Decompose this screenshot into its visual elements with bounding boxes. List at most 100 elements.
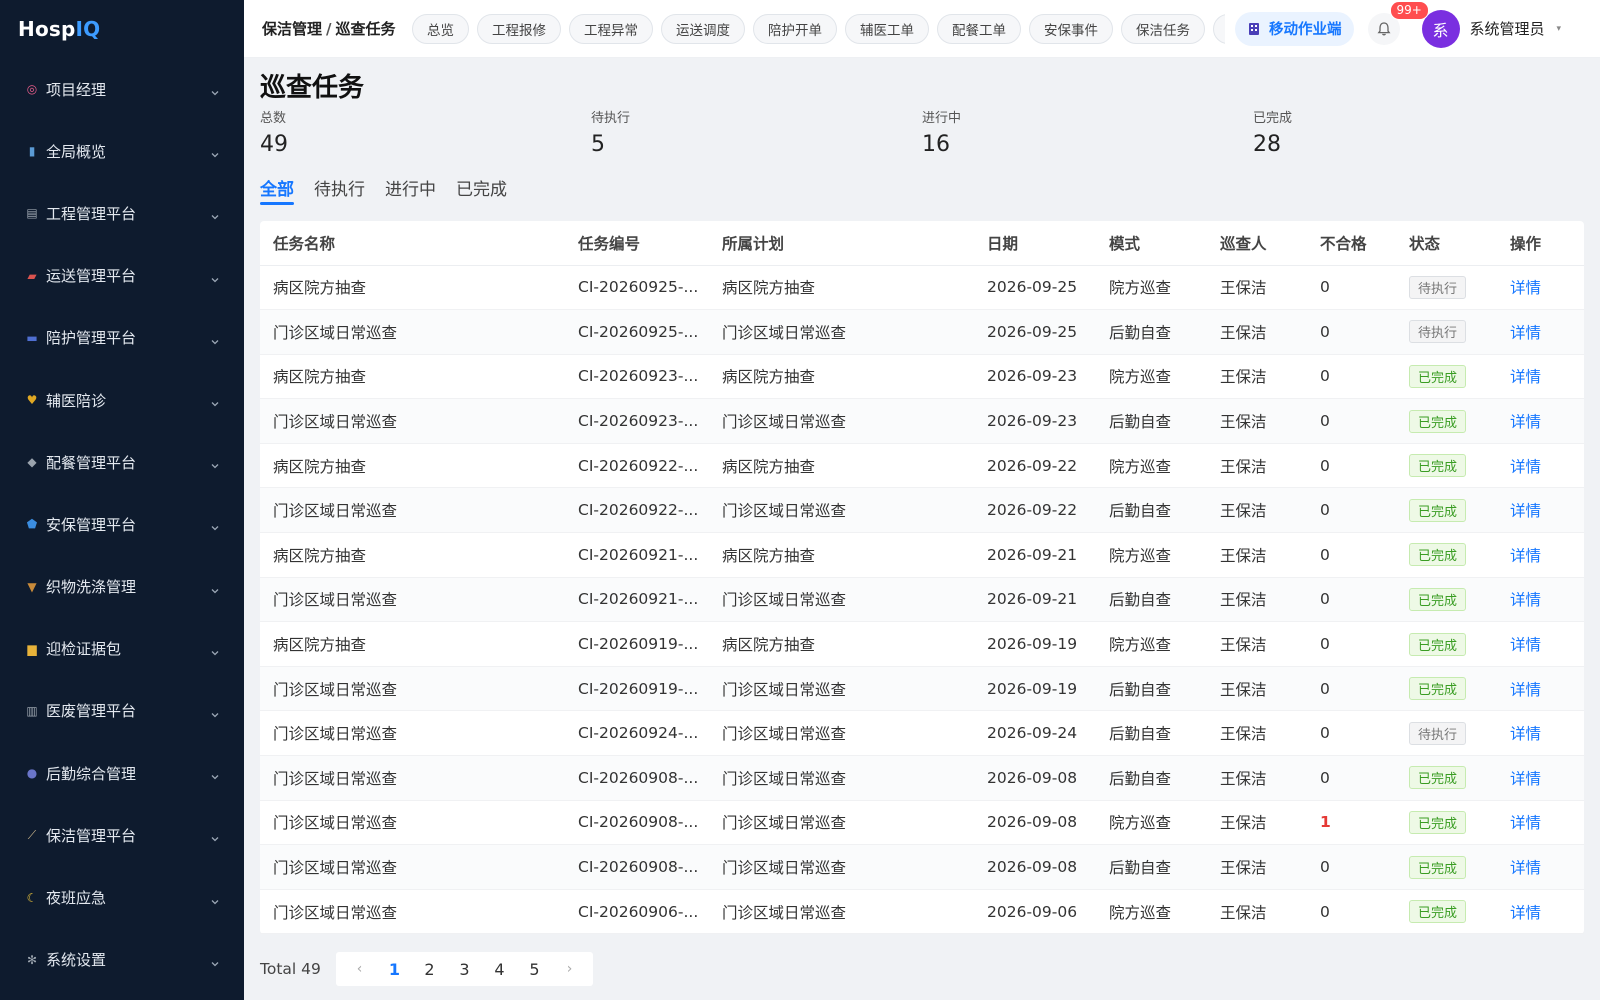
table-row[interactable]: 门诊区域日常巡查 CI-20260923-... 门诊区域日常巡查 2026-09-2…	[260, 398, 1584, 444]
table-row[interactable]: 病区院方抽查 CI-20260919-... 病区院方抽查 2026-09-19 院方巡…	[260, 621, 1584, 667]
detail-link[interactable]: 详情	[1510, 458, 1541, 476]
sidebar-item-3[interactable]: ▰ 运送管理平台	[0, 245, 244, 307]
quick-tab-5[interactable]: 辅医工单	[845, 13, 929, 44]
table-row[interactable]: 门诊区域日常巡查 CI-20260908-... 门诊区域日常巡查 2026-09-0…	[260, 755, 1584, 801]
status-badge: 已完成	[1409, 677, 1467, 701]
chevron-down-icon[interactable]	[210, 768, 220, 780]
chevron-down-icon[interactable]	[210, 893, 220, 904]
cell-code: CI-20260925-...	[565, 309, 709, 355]
filter-tab-3[interactable]: 已完成	[456, 175, 507, 205]
sidebar-item-6[interactable]: ◆ 配餐管理平台	[0, 431, 244, 493]
sidebar-item-8[interactable]: ▼ 织物洗涤管理	[0, 556, 244, 618]
sidebar-item-0[interactable]: ◎ 项目经理	[0, 58, 244, 120]
chevron-down-icon[interactable]	[210, 644, 220, 656]
mobile-workspace-button[interactable]: 移动作业端	[1235, 11, 1354, 46]
quick-tab-3[interactable]: 运送调度	[661, 13, 745, 44]
sidebar-item-5[interactable]: ♥ 辅医陪诊	[0, 369, 244, 431]
notification-button[interactable]: 99+	[1367, 0, 1429, 45]
chevron-down-icon[interactable]	[210, 457, 220, 469]
chevron-down-icon[interactable]	[210, 519, 220, 531]
quick-tab-4[interactable]: 陪护开单	[753, 13, 837, 44]
detail-link[interactable]: 详情	[1510, 502, 1541, 520]
sidebar-item-12[interactable]: ⟋ 保洁管理平台	[0, 804, 244, 866]
cell-name-text: 病区院方抽查	[273, 636, 367, 655]
prev-page-button[interactable]: ‹	[342, 961, 377, 977]
quick-tab-9[interactable]: 医	[1213, 13, 1225, 44]
quick-tab-6[interactable]: 配餐工单	[937, 13, 1021, 44]
sidebar-item-13[interactable]: ☾ 夜班应急	[0, 866, 244, 928]
sidebar-item-4[interactable]: ▬ 陪护管理平台	[0, 307, 244, 369]
chevron-down-icon[interactable]	[210, 955, 220, 967]
detail-link[interactable]: 详情	[1510, 368, 1541, 386]
table-row[interactable]: 门诊区域日常巡查 CI-20260908-... 门诊区域日常巡查 2026-09-0…	[260, 800, 1584, 846]
filter-tab-2[interactable]: 进行中	[385, 175, 436, 205]
page-button-5[interactable]: 5	[517, 960, 552, 979]
page-button-4[interactable]: 4	[482, 960, 517, 979]
detail-link[interactable]: 详情	[1510, 279, 1541, 297]
column-header[interactable]: 所属计划	[709, 221, 974, 266]
table-row[interactable]: 病区院方抽查 CI-20260922-... 病区院方抽查 2026-09-22 院方巡…	[260, 443, 1584, 489]
detail-link[interactable]: 详情	[1510, 413, 1541, 431]
chevron-down-icon[interactable]	[210, 271, 220, 283]
app-logo[interactable]: Hosp IQ	[0, 0, 244, 58]
detail-link[interactable]: 详情	[1510, 725, 1541, 743]
chevron-down-icon[interactable]	[210, 582, 220, 594]
column-header[interactable]: 任务名称	[260, 221, 565, 266]
page-button-3[interactable]: 3	[447, 960, 482, 979]
quick-tab-8[interactable]: 保洁任务	[1121, 13, 1205, 44]
breadcrumb-parent[interactable]: 保洁管理	[262, 20, 322, 38]
table-row[interactable]: 门诊区域日常巡查 CI-20260925-... 门诊区域日常巡查 2026-09-2…	[260, 309, 1584, 355]
detail-link[interactable]: 详情	[1510, 770, 1541, 788]
quick-tab-1[interactable]: 工程报修	[477, 13, 561, 44]
table-row[interactable]: 门诊区域日常巡查 CI-20260921-... 门诊区域日常巡查 2026-09-2…	[260, 577, 1584, 623]
table-row[interactable]: 门诊区域日常巡查 CI-20260922-... 门诊区域日常巡查 2026-09-2…	[260, 487, 1584, 534]
chevron-down-icon[interactable]	[210, 830, 220, 842]
column-header[interactable]: 模式	[1096, 221, 1207, 266]
table-row[interactable]: 病区院方抽查 CI-20260923-... 病区院方抽查 2026-09-23 院方巡…	[260, 354, 1584, 400]
column-header[interactable]: 状态	[1396, 221, 1497, 266]
sidebar-item-14[interactable]: ✻ 系统设置	[0, 929, 244, 991]
chevron-down-icon[interactable]	[210, 333, 220, 345]
detail-link[interactable]: 详情	[1510, 324, 1541, 342]
column-header[interactable]: 不合格	[1307, 221, 1396, 266]
filter-tab-1[interactable]: 待执行	[314, 175, 365, 205]
chevron-down-icon[interactable]	[210, 395, 220, 407]
quick-tab-0[interactable]: 总览	[412, 13, 469, 44]
chevron-down-icon[interactable]	[210, 84, 220, 96]
column-header[interactable]: 任务编号	[565, 221, 709, 266]
caret-down-icon[interactable]: ▾	[1557, 24, 1562, 34]
chevron-down-icon[interactable]	[210, 706, 220, 718]
chevron-down-icon[interactable]	[210, 146, 220, 158]
detail-link[interactable]: 详情	[1510, 681, 1541, 699]
table-row[interactable]: 门诊区域日常巡查 CI-20260908-... 门诊区域日常巡查 2026-09-0…	[260, 844, 1584, 890]
detail-link[interactable]: 详情	[1510, 547, 1541, 565]
detail-link[interactable]: 详情	[1510, 814, 1541, 832]
next-page-button[interactable]: ›	[552, 961, 587, 977]
sidebar-item-9[interactable]: ▆ 迎检证据包	[0, 618, 244, 680]
column-header[interactable]: 日期	[974, 221, 1096, 266]
sidebar-item-7[interactable]: ⬟ 安保管理平台	[0, 493, 244, 555]
table-row[interactable]: 门诊区域日常巡查 CI-20260919-... 门诊区域日常巡查 2026-09-1…	[260, 666, 1584, 712]
filter-tab-0[interactable]: 全部	[260, 175, 294, 205]
sidebar-item-10[interactable]: ▥ 医废管理平台	[0, 680, 244, 742]
column-header[interactable]: 操作	[1497, 221, 1584, 266]
table-row[interactable]: 病区院方抽查 CI-20260921-... 病区院方抽查 2026-09-21 院方巡…	[260, 532, 1584, 578]
chevron-down-icon[interactable]	[210, 208, 220, 220]
column-header[interactable]: 巡查人	[1207, 221, 1307, 266]
quick-tab-2[interactable]: 工程异常	[569, 13, 653, 44]
detail-link[interactable]: 详情	[1510, 591, 1541, 609]
page-button-2[interactable]: 2	[412, 960, 447, 979]
quick-tab-7[interactable]: 安保事件	[1029, 13, 1113, 44]
sidebar-item-11[interactable]: ● 后勤综合管理	[0, 742, 244, 804]
table-row[interactable]: 门诊区域日常巡查 CI-20260906-... 门诊区域日常巡查 2026-09-0…	[260, 889, 1584, 935]
cell-name-text: 门诊区域日常巡查	[273, 725, 398, 744]
sidebar-item-1[interactable]: ▮ 全局概览	[0, 120, 244, 182]
detail-link[interactable]: 详情	[1510, 904, 1541, 922]
table-row[interactable]: 病区院方抽查 CI-20260925-... 病区院方抽查 2026-09-25 院方巡…	[260, 265, 1584, 311]
table-row[interactable]: 门诊区域日常巡查 CI-20260924-... 门诊区域日常巡查 2026-09-2…	[260, 710, 1584, 757]
page-button-1[interactable]: 1	[377, 960, 412, 979]
sidebar-item-2[interactable]: ▤ 工程管理平台	[0, 182, 244, 244]
detail-link[interactable]: 详情	[1510, 859, 1541, 877]
user-name[interactable]: 系统管理员	[1470, 18, 1545, 39]
detail-link[interactable]: 详情	[1510, 636, 1541, 654]
